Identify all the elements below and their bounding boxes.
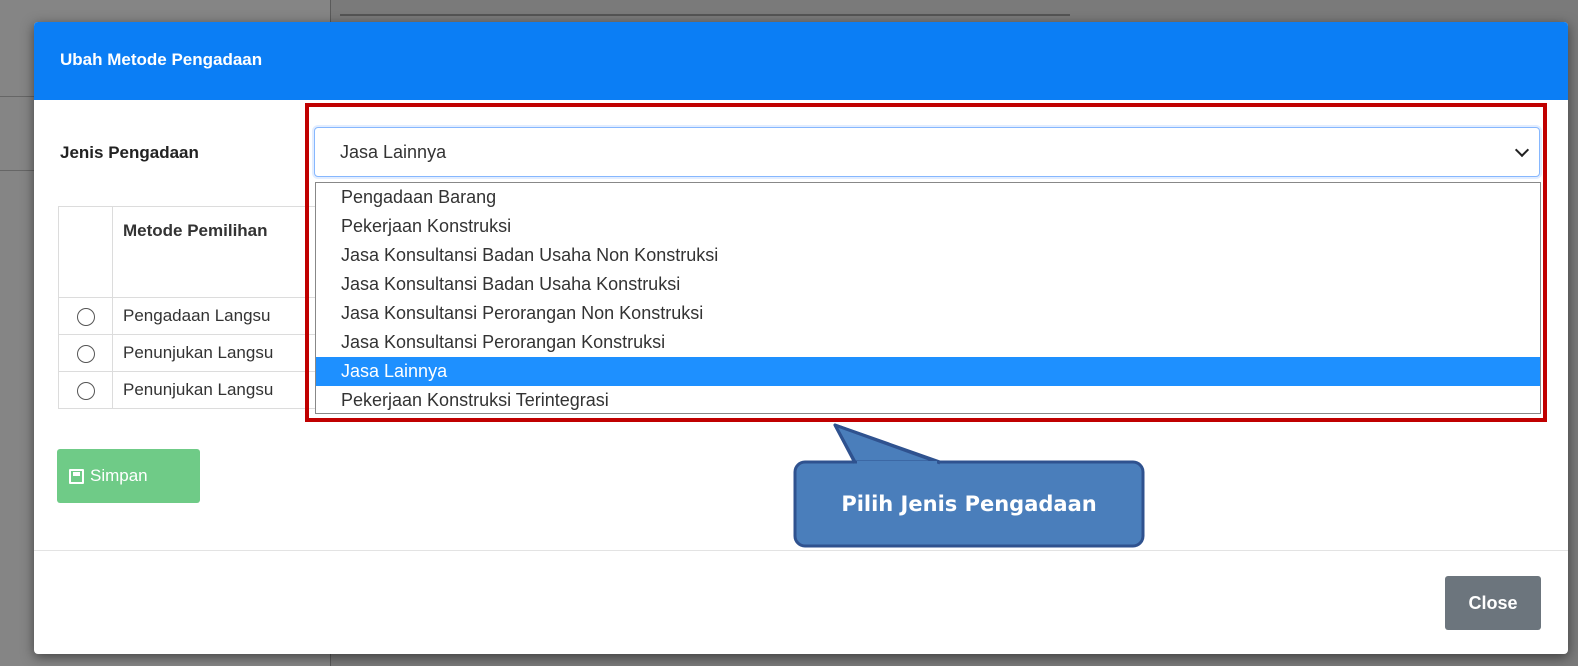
callout-shape bbox=[793, 423, 1145, 548]
callout-label: Pilih Jenis Pengadaan bbox=[841, 492, 1097, 516]
